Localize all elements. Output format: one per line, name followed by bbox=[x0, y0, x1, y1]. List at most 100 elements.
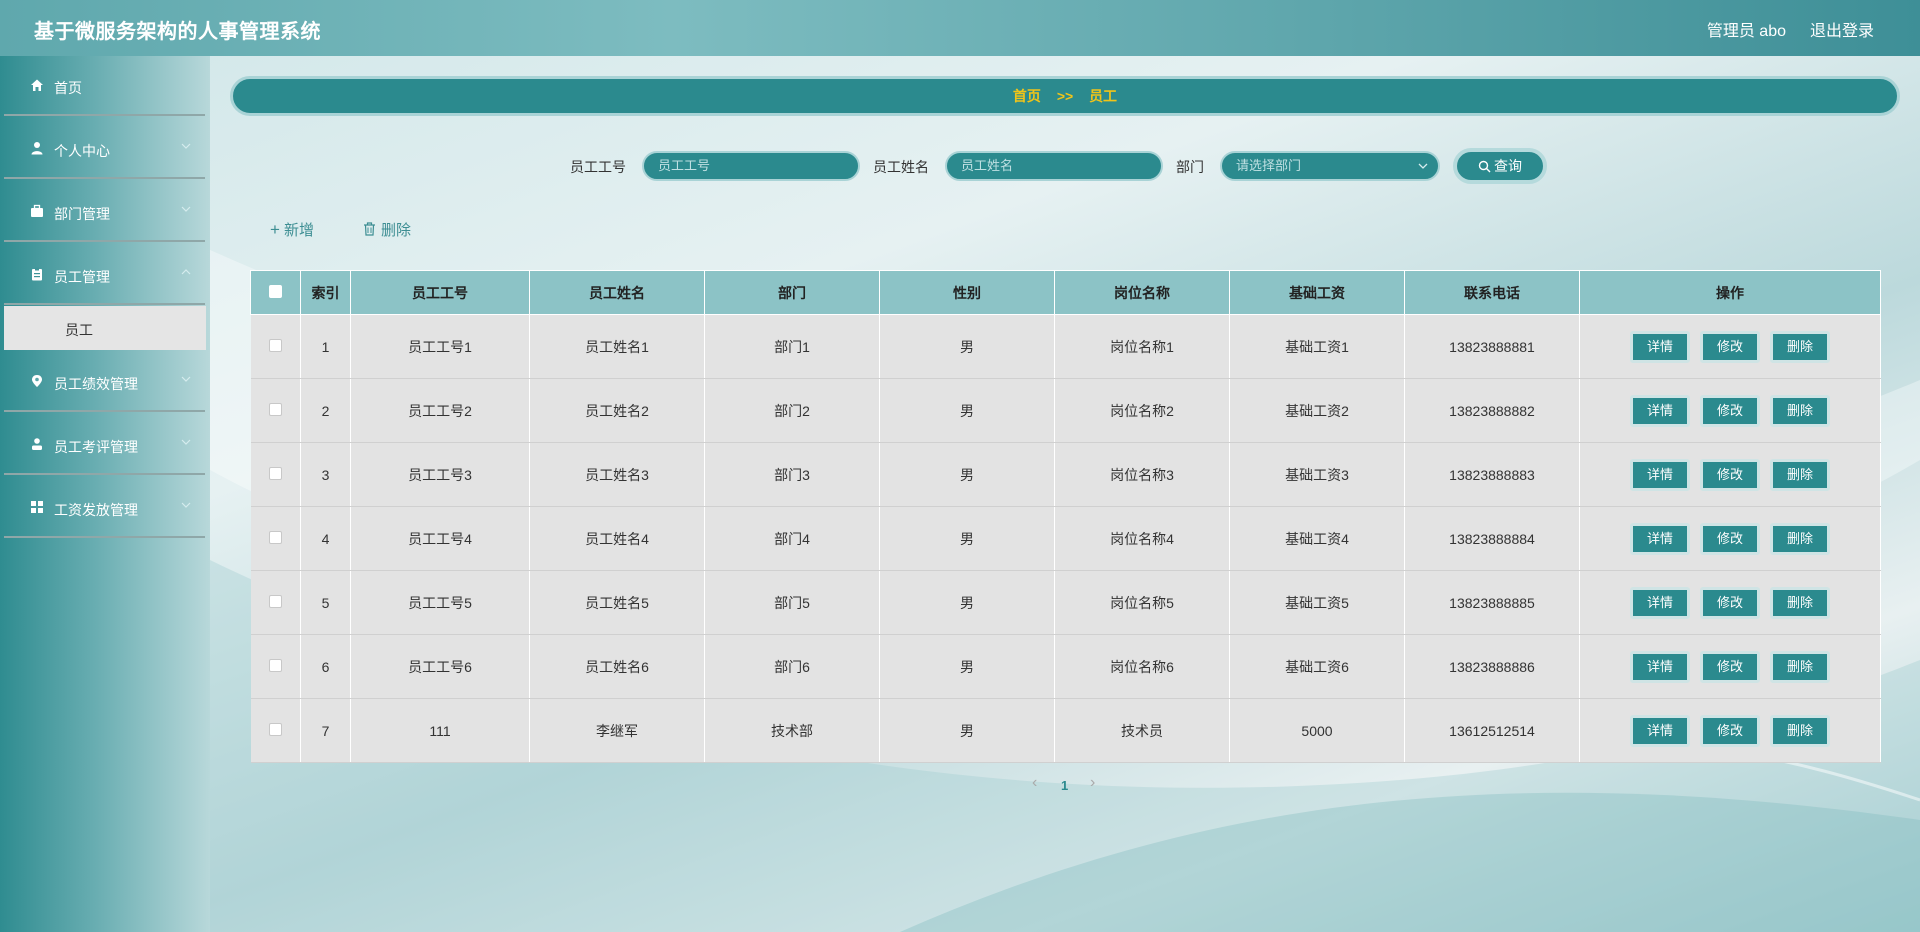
sidebar-subitem-employee[interactable]: 员工 bbox=[4, 306, 206, 350]
clipboard-icon bbox=[32, 267, 42, 281]
row-checkbox[interactable] bbox=[268, 658, 282, 672]
detail-button[interactable]: 详情 bbox=[1630, 714, 1690, 747]
table-cell: 13823888884 bbox=[1404, 506, 1580, 571]
table-cell: 部门1 bbox=[704, 314, 880, 379]
table-cell: 员工姓名5 bbox=[529, 570, 705, 635]
column-header: 性别 bbox=[879, 270, 1055, 315]
column-header: 基础工资 bbox=[1229, 270, 1405, 315]
sidebar-item-label: 首页 bbox=[54, 80, 82, 96]
logout-link[interactable]: 退出登录 bbox=[1810, 17, 1874, 41]
table-cell: 员工姓名2 bbox=[529, 378, 705, 443]
sidebar-item-label: 个人中心 bbox=[54, 143, 110, 159]
chevron-down-icon bbox=[181, 206, 191, 212]
row-checkbox[interactable] bbox=[268, 530, 282, 544]
sidebar-item-evaluation[interactable]: 员工考评管理 bbox=[4, 415, 205, 475]
sidebar-item-department[interactable]: 部门管理 bbox=[4, 182, 205, 242]
add-button-label: 新增 bbox=[283, 222, 314, 239]
sidebar-item-payroll[interactable]: 工资发放管理 bbox=[4, 478, 205, 538]
sidebar-item-personal-center[interactable]: 个人中心 bbox=[4, 119, 205, 179]
table-cell: 部门2 bbox=[704, 378, 880, 443]
breadcrumb-home[interactable]: 首页 bbox=[1013, 88, 1041, 104]
edit-button[interactable]: 修改 bbox=[1700, 522, 1760, 555]
table-cell: 技术部 bbox=[704, 698, 880, 763]
breadcrumb-current: 员工 bbox=[1089, 88, 1118, 104]
row-select-cell[interactable] bbox=[250, 378, 301, 443]
row-select-cell[interactable] bbox=[250, 634, 301, 699]
sidebar-item-home[interactable]: 首页 bbox=[4, 56, 205, 116]
sidebar-item-performance[interactable]: 员工绩效管理 bbox=[4, 352, 205, 412]
edit-button[interactable]: 修改 bbox=[1700, 458, 1760, 491]
sidebar-item-label: 部门管理 bbox=[54, 206, 110, 222]
table-row: 3 员工工号3 员工姓名3 部门3 男岗位名称3 基础工资3 13823888883 详情 修改… bbox=[250, 442, 1881, 507]
row-select-cell[interactable] bbox=[250, 698, 301, 763]
delete-button[interactable]: 删除 bbox=[363, 219, 411, 240]
pager-prev[interactable]: ‹ bbox=[1032, 774, 1037, 792]
table-cell: 5000 bbox=[1229, 698, 1405, 763]
detail-button[interactable]: 详情 bbox=[1630, 394, 1690, 427]
delete-row-button[interactable]: 删除 bbox=[1770, 586, 1830, 619]
department-select[interactable]: 请选择部门 bbox=[1220, 151, 1440, 181]
delete-row-button[interactable]: 删除 bbox=[1770, 458, 1830, 491]
detail-button[interactable]: 详情 bbox=[1630, 586, 1690, 619]
table-cell: 5 bbox=[300, 570, 351, 635]
row-select-cell[interactable] bbox=[250, 506, 301, 571]
sidebar-item-label: 员工管理 bbox=[54, 269, 110, 285]
table-cell: 111 bbox=[350, 698, 530, 763]
add-button[interactable]: + 新增 bbox=[270, 219, 314, 240]
row-select-cell[interactable] bbox=[250, 442, 301, 507]
pager-next[interactable]: › bbox=[1090, 774, 1095, 792]
table-cell: 基础工资2 bbox=[1229, 378, 1405, 443]
edit-button[interactable]: 修改 bbox=[1700, 330, 1760, 363]
table-cell: 部门3 bbox=[704, 442, 880, 507]
briefcase-icon bbox=[31, 204, 43, 217]
detail-button[interactable]: 详情 bbox=[1630, 458, 1690, 491]
breadcrumb: 首页 >> 员工 bbox=[230, 76, 1900, 116]
row-checkbox[interactable] bbox=[268, 466, 282, 480]
row-checkbox[interactable] bbox=[268, 594, 282, 608]
pager-page-1[interactable]: 1 bbox=[1061, 778, 1068, 793]
table-cell: 李继军 bbox=[529, 698, 705, 763]
employee-name-label: 员工姓名 bbox=[873, 159, 929, 175]
delete-row-button[interactable]: 删除 bbox=[1770, 330, 1830, 363]
table-cell: 7 bbox=[300, 698, 351, 763]
query-button[interactable]: 查询 bbox=[1453, 148, 1547, 184]
table-cell: 6 bbox=[300, 634, 351, 699]
department-label: 部门 bbox=[1176, 159, 1204, 175]
row-checkbox[interactable] bbox=[268, 338, 282, 352]
detail-button[interactable]: 详情 bbox=[1630, 330, 1690, 363]
select-all-checkbox[interactable] bbox=[269, 284, 282, 298]
edit-button[interactable]: 修改 bbox=[1700, 394, 1760, 427]
employee-name-input[interactable]: 员工姓名 bbox=[945, 151, 1163, 181]
employee-id-input[interactable]: 员工工号 bbox=[642, 151, 860, 181]
delete-row-button[interactable]: 删除 bbox=[1770, 394, 1830, 427]
table-cell: 3 bbox=[300, 442, 351, 507]
sidebar-item-employee[interactable]: 员工管理 bbox=[4, 245, 205, 305]
edit-button[interactable]: 修改 bbox=[1700, 650, 1760, 683]
row-select-cell[interactable] bbox=[250, 570, 301, 635]
detail-button[interactable]: 详情 bbox=[1630, 522, 1690, 555]
delete-row-button[interactable]: 删除 bbox=[1770, 522, 1830, 555]
edit-button[interactable]: 修改 bbox=[1700, 586, 1760, 619]
table-cell: 技术员 bbox=[1054, 698, 1230, 763]
table-cell: 员工工号5 bbox=[350, 570, 530, 635]
table-cell: 基础工资1 bbox=[1229, 314, 1405, 379]
row-select-cell[interactable] bbox=[250, 314, 301, 379]
edit-button[interactable]: 修改 bbox=[1700, 714, 1760, 747]
table-body: 1 员工工号1 员工姓名1 部门1 男岗位名称1 基础工资1 13823888881 详情 修改… bbox=[250, 314, 1881, 763]
row-checkbox[interactable] bbox=[268, 402, 282, 416]
row-checkbox[interactable] bbox=[268, 722, 282, 736]
table-cell: 岗位名称4 bbox=[1054, 506, 1230, 571]
table-cell: 男 bbox=[879, 506, 1055, 571]
column-header: 员工姓名 bbox=[529, 270, 705, 315]
top-header: 基于微服务架构的人事管理系统 管理员 abo 退出登录 bbox=[0, 0, 1920, 56]
table-cell: 13823888886 bbox=[1404, 634, 1580, 699]
select-all-cell[interactable] bbox=[250, 270, 301, 315]
column-header: 联系电话 bbox=[1404, 270, 1580, 315]
delete-row-button[interactable]: 删除 bbox=[1770, 650, 1830, 683]
user-icon bbox=[31, 142, 43, 155]
detail-button[interactable]: 详情 bbox=[1630, 650, 1690, 683]
row-actions-cell: 详情 修改 删除 bbox=[1579, 570, 1881, 635]
grid-icon bbox=[31, 501, 43, 513]
delete-row-button[interactable]: 删除 bbox=[1770, 714, 1830, 747]
table-cell: 4 bbox=[300, 506, 351, 571]
